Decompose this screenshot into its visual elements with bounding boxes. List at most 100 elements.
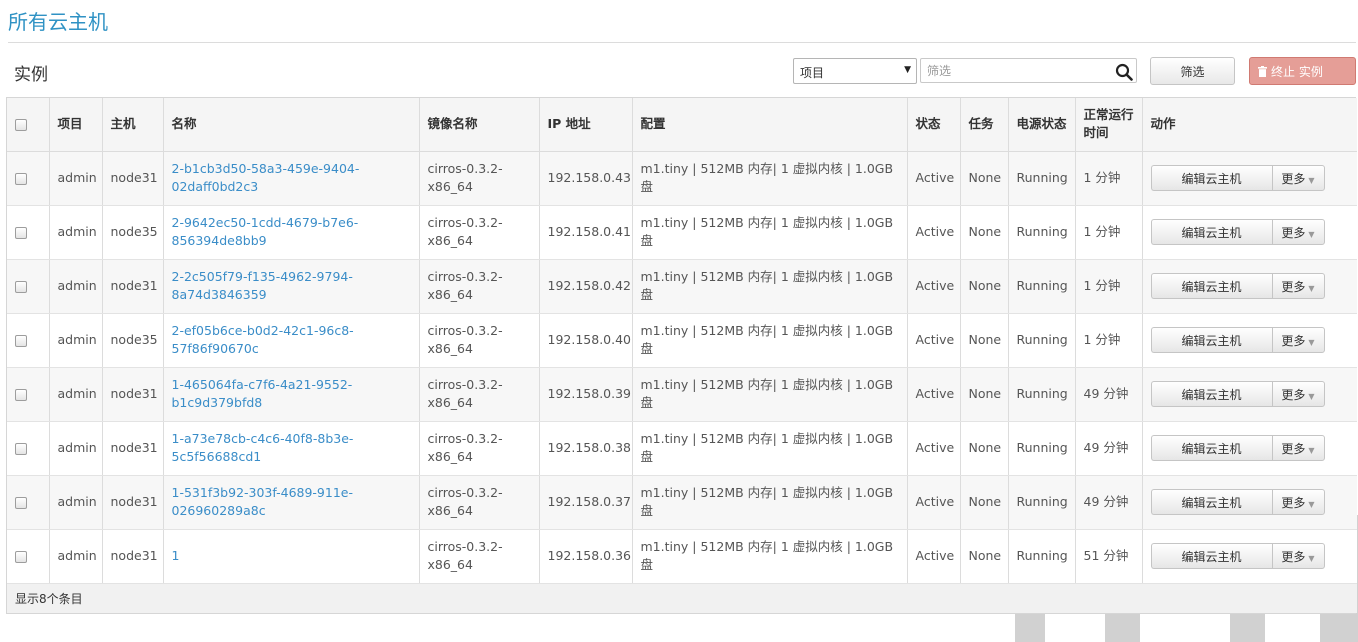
uptime-value: 49 分钟	[1083, 440, 1129, 455]
config-value: m1.tiny | 512MB 内存| 1 虚拟内核 | 1.0GB 盘	[640, 269, 894, 302]
table-row[interactable]: admin node31 1-465064fa-c7f6-4a21-9552-b1c…	[7, 367, 1357, 422]
filter-input[interactable]	[920, 58, 1137, 83]
host-value: node31	[110, 548, 158, 563]
uptime-cell: 1 分钟	[1075, 205, 1143, 260]
table-footer-row: 显示8个条目	[7, 583, 1357, 613]
status-value: Active	[915, 494, 955, 509]
edit-instance-button[interactable]: 编辑云主机	[1150, 273, 1272, 299]
status-cell: Active	[907, 205, 961, 260]
terminate-instances-button[interactable]: 终止 实例	[1249, 57, 1356, 85]
instance-name-link[interactable]: 1-465064fa-c7f6-4a21-9552-b1c9d379bfd8	[172, 377, 353, 410]
table-row[interactable]: admin node31 2-2c505f79-f135-4962-9794-8a7…	[7, 259, 1357, 314]
actions-cell: 编辑云主机 更多 ▼	[1142, 421, 1357, 476]
filter-button[interactable]: 筛选	[1150, 57, 1235, 85]
name-cell: 1-a73e78cb-c4c6-40f8-8b3e-5c5f56688cd1	[163, 421, 420, 476]
uptime-cell: 49 分钟	[1075, 475, 1143, 530]
column-header-power-state[interactable]: 电源状态	[1008, 98, 1076, 152]
image-cell: cirros-0.3.2-x86_64	[419, 475, 540, 530]
task-value: None	[968, 494, 1002, 509]
status-cell: Active	[907, 529, 961, 584]
actions-cell: 编辑云主机 更多 ▼	[1142, 205, 1357, 260]
row-checkbox[interactable]	[15, 388, 27, 401]
config-value: m1.tiny | 512MB 内存| 1 虚拟内核 | 1.0GB 盘	[640, 215, 894, 248]
status-value: Active	[915, 170, 955, 185]
table-row[interactable]: admin node31 1 cirros-0.3.2-x86_64 192.158.0…	[7, 529, 1357, 584]
column-header-status[interactable]: 状态	[907, 98, 961, 152]
column-header-project[interactable]: 项目	[49, 98, 103, 152]
column-header-config[interactable]: 配置	[632, 98, 908, 152]
instance-name-link[interactable]: 1-a73e78cb-c4c6-40f8-8b3e-5c5f56688cd1	[172, 431, 354, 464]
more-actions-button[interactable]: 更多 ▼	[1271, 543, 1325, 569]
instance-name-link[interactable]: 2-b1cb3d50-58a3-459e-9404-02daff0bd2c3	[172, 161, 360, 194]
edit-instance-button[interactable]: 编辑云主机	[1150, 219, 1272, 245]
edit-instance-button[interactable]: 编辑云主机	[1150, 165, 1272, 191]
row-checkbox[interactable]	[15, 442, 27, 455]
table-header-row: 项目 主机 名称 镜像名称 IP 地址 配置 状态 任务 电源状态 正常运行时间…	[7, 98, 1357, 152]
table-row[interactable]: admin node31 1-531f3b92-303f-4689-911e-026…	[7, 475, 1357, 530]
select-all-checkbox[interactable]	[15, 118, 27, 131]
row-checkbox[interactable]	[15, 496, 27, 509]
host-cell: node31	[102, 367, 164, 422]
instance-name-link[interactable]: 2-ef05b6ce-b0d2-42c1-96c8-57f86f90670c	[172, 323, 354, 356]
ip-value: 192.158.0.39	[547, 386, 632, 401]
edit-instance-button[interactable]: 编辑云主机	[1150, 489, 1272, 515]
search-icon[interactable]	[1115, 63, 1133, 81]
row-checkbox[interactable]	[15, 226, 27, 239]
more-actions-button[interactable]: 更多 ▼	[1271, 273, 1325, 299]
row-checkbox[interactable]	[15, 334, 27, 347]
column-header-image[interactable]: 镜像名称	[419, 98, 540, 152]
column-header-task[interactable]: 任务	[960, 98, 1009, 152]
instance-name-link[interactable]: 1	[172, 548, 180, 563]
ip-cell: 192.158.0.36	[539, 529, 633, 584]
row-select-cell	[7, 205, 50, 260]
column-header-uptime[interactable]: 正常运行时间	[1075, 98, 1143, 152]
row-checkbox[interactable]	[15, 550, 27, 563]
project-value: admin	[57, 170, 97, 185]
status-value: Active	[915, 332, 955, 347]
row-select-cell	[7, 421, 50, 476]
more-actions-button[interactable]: 更多 ▼	[1271, 165, 1325, 191]
host-cell: node31	[102, 529, 164, 584]
table-row[interactable]: admin node35 2-ef05b6ce-b0d2-42c1-96c8-57f…	[7, 313, 1357, 368]
uptime-cell: 1 分钟	[1075, 259, 1143, 314]
status-cell: Active	[907, 313, 961, 368]
caret-down-icon: ▼	[1308, 499, 1315, 509]
edit-instance-button[interactable]: 编辑云主机	[1150, 543, 1272, 569]
row-checkbox[interactable]	[15, 280, 27, 293]
column-header-name[interactable]: 名称	[163, 98, 420, 152]
more-actions-button[interactable]: 更多 ▼	[1271, 327, 1325, 353]
more-actions-button[interactable]: 更多 ▼	[1271, 489, 1325, 515]
power-state-cell: Running	[1008, 367, 1076, 422]
status-cell: Active	[907, 421, 961, 476]
config-cell: m1.tiny | 512MB 内存| 1 虚拟内核 | 1.0GB 盘	[632, 151, 908, 206]
ip-value: 192.158.0.38	[547, 440, 632, 455]
instance-name-link[interactable]: 2-9642ec50-1cdd-4679-b7e6-856394de8bb9	[172, 215, 359, 248]
row-checkbox[interactable]	[15, 172, 27, 185]
table-row[interactable]: admin node31 2-b1cb3d50-58a3-459e-9404-02d…	[7, 151, 1357, 206]
ip-value: 192.158.0.43	[547, 170, 632, 185]
power-state-value: Running	[1016, 548, 1068, 563]
host-value: node31	[110, 494, 158, 509]
name-cell: 2-b1cb3d50-58a3-459e-9404-02daff0bd2c3	[163, 151, 420, 206]
image-value: cirros-0.3.2-x86_64	[427, 539, 503, 572]
host-value: node31	[110, 386, 158, 401]
host-cell: node31	[102, 421, 164, 476]
column-header-host[interactable]: 主机	[102, 98, 164, 152]
task-cell: None	[960, 259, 1009, 314]
column-header-ip[interactable]: IP 地址	[539, 98, 633, 152]
host-value: node35	[110, 224, 158, 239]
table-row[interactable]: admin node35 2-9642ec50-1cdd-4679-b7e6-856…	[7, 205, 1357, 260]
uptime-cell: 51 分钟	[1075, 529, 1143, 584]
instance-name-link[interactable]: 1-531f3b92-303f-4689-911e-026960289a8c	[172, 485, 354, 518]
uptime-cell: 1 分钟	[1075, 313, 1143, 368]
more-actions-button[interactable]: 更多 ▼	[1271, 219, 1325, 245]
config-value: m1.tiny | 512MB 内存| 1 虚拟内核 | 1.0GB 盘	[640, 485, 894, 518]
edit-instance-button[interactable]: 编辑云主机	[1150, 381, 1272, 407]
more-actions-button[interactable]: 更多 ▼	[1271, 435, 1325, 461]
instance-name-link[interactable]: 2-2c505f79-f135-4962-9794-8a74d3846359	[172, 269, 353, 302]
edit-instance-button[interactable]: 编辑云主机	[1150, 327, 1272, 353]
filter-field-select[interactable]: 项目 ▼	[793, 58, 917, 84]
more-actions-button[interactable]: 更多 ▼	[1271, 381, 1325, 407]
table-row[interactable]: admin node31 1-a73e78cb-c4c6-40f8-8b3e-5c5…	[7, 421, 1357, 476]
edit-instance-button[interactable]: 编辑云主机	[1150, 435, 1272, 461]
